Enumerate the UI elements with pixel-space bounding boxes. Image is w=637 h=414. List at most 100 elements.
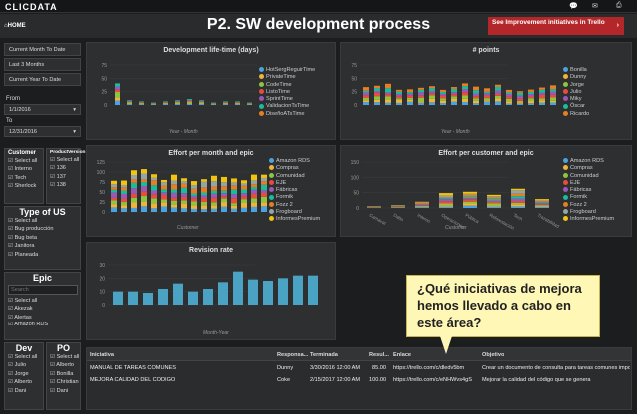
col-header[interactable]: Resul... — [369, 352, 389, 358]
bar-segment — [201, 205, 207, 210]
filter-option[interactable]: Janitora — [5, 242, 80, 250]
legend-item[interactable]: Frogboard — [563, 209, 614, 216]
legend-item[interactable]: Fozz 2 — [269, 202, 320, 209]
filter-option[interactable]: Bug beta — [5, 234, 80, 242]
filter-option[interactable]: Julio — [5, 361, 43, 369]
bar-segment — [191, 205, 197, 209]
legend-label: Jorge — [570, 81, 584, 88]
filter-option[interactable]: Select all — [47, 353, 80, 361]
col-header[interactable]: Terminada — [310, 352, 338, 358]
legend-item[interactable]: Óscar — [563, 103, 589, 110]
bar-segment — [385, 99, 391, 103]
filter-option[interactable]: Amazon RDS — [5, 322, 80, 327]
bar-segment — [251, 206, 257, 212]
filter-option[interactable]: Select all — [5, 353, 43, 361]
legend-item[interactable]: Bonilla — [563, 67, 589, 74]
legend-item[interactable]: SprintTime — [259, 96, 315, 103]
filter-option[interactable]: 138 — [47, 181, 80, 189]
legend-item[interactable]: Dunny — [563, 74, 589, 81]
col-header[interactable]: Objetivo — [482, 352, 504, 358]
col-header[interactable]: Responsa... — [277, 352, 308, 358]
legend-item[interactable]: DiseñoATsTime — [259, 111, 315, 118]
legend-item[interactable]: EJE — [563, 180, 614, 187]
legend-item[interactable]: Compras — [269, 165, 320, 172]
col-header[interactable]: Iniciativa — [90, 352, 114, 358]
epic-search-input[interactable] — [8, 285, 78, 295]
bar-segment — [462, 86, 468, 90]
filter-option[interactable]: Dani — [47, 387, 80, 395]
current-year-button[interactable]: Current Year To Date — [4, 73, 81, 86]
current-month-button[interactable]: Current Month To Date — [4, 43, 81, 56]
legend-item[interactable]: CodeTime — [259, 82, 315, 89]
bar-segment — [487, 198, 501, 201]
filter-option[interactable]: Select all — [5, 157, 43, 165]
improvement-initiatives-button[interactable]: See Improvement initiatives in Trello › — [488, 17, 624, 35]
legend-item[interactable]: PrivateTime — [259, 74, 315, 81]
legend-item[interactable]: Comunidad — [269, 173, 320, 180]
legend-item[interactable]: Julio — [563, 89, 589, 96]
filter-option[interactable]: Bonilla — [47, 370, 80, 378]
legend-item[interactable]: Compras — [563, 165, 614, 172]
filter-option[interactable]: Christian — [47, 378, 80, 386]
filter-option[interactable]: Select all — [5, 217, 80, 225]
legend-item[interactable]: Frogboard — [269, 209, 320, 216]
filter-option[interactable]: Tech — [5, 174, 43, 182]
filter-option[interactable]: Planeada — [5, 251, 80, 259]
legend-item[interactable]: ListoTime — [259, 89, 315, 96]
filter-option[interactable]: Akezak — [5, 305, 80, 313]
bar-segment — [211, 190, 217, 194]
legend-item[interactable]: Comunidad — [563, 173, 614, 180]
legend-item[interactable]: InformesPremium — [269, 216, 320, 223]
col-header[interactable]: Enlace — [393, 352, 411, 358]
filter-option[interactable]: Alertas — [5, 314, 80, 322]
legend-item[interactable]: ValidacionTsTime — [259, 103, 315, 110]
mail-icon[interactable]: ✉ — [592, 2, 598, 10]
filter-option[interactable]: Select all — [5, 297, 80, 305]
bar-segment — [151, 177, 157, 181]
y-tick-label: 100 — [351, 175, 360, 181]
legend-item[interactable]: EJE — [269, 180, 320, 187]
print-icon[interactable]: ⎙ — [616, 2, 622, 10]
bar-segment — [131, 193, 137, 198]
bar-segment — [139, 101, 144, 102]
legend-item[interactable]: Fábricas — [269, 187, 320, 194]
bar-segment — [131, 179, 137, 183]
legend-item[interactable]: Amazon RDS — [563, 158, 614, 165]
bar-segment — [199, 100, 204, 102]
legend-item[interactable]: Fozz 2 — [563, 202, 614, 209]
legend-item[interactable]: HotSergReguirTime — [259, 67, 315, 74]
filter-option[interactable]: 137 — [47, 173, 80, 181]
filter-option[interactable]: Jorge — [5, 370, 43, 378]
legend-item[interactable]: Amazon RDS — [269, 158, 320, 165]
filter-option[interactable]: Alberto — [47, 361, 80, 369]
legend-label: SprintTime — [266, 96, 293, 103]
bar-segment — [127, 102, 132, 104]
filter-option[interactable]: Dani — [5, 387, 43, 395]
bar-segment — [415, 207, 429, 208]
bar-segment — [191, 188, 197, 194]
filter-option[interactable]: Alberto — [5, 378, 43, 386]
filter-option[interactable]: 136 — [47, 164, 80, 172]
from-date-select[interactable]: 1/1/2016 ▾ — [4, 104, 81, 115]
filter-option[interactable]: Select all — [47, 156, 80, 164]
legend-item[interactable]: Jorge — [563, 82, 589, 89]
filter-option[interactable]: Sherlock — [5, 182, 43, 190]
legend-label: EJE — [276, 179, 287, 186]
filter-option[interactable]: Interno — [5, 165, 43, 173]
bar-segment — [495, 93, 501, 96]
legend-item[interactable]: Fábricas — [563, 187, 614, 194]
filter-option[interactable]: Bug producción — [5, 225, 80, 233]
table-link[interactable]: https://trello.com/c/eNHWvs4gS — [393, 377, 479, 383]
bar-segment — [511, 190, 525, 194]
legend-item[interactable]: Formik — [269, 194, 320, 201]
legend-item[interactable]: InformesPremium — [563, 216, 614, 223]
legend-item[interactable]: Formik — [563, 194, 614, 201]
last-3-months-button[interactable]: Last 3 Months — [4, 58, 81, 71]
bar-segment — [484, 95, 490, 99]
chat-icon[interactable]: 💬 — [569, 2, 578, 10]
to-date-select[interactable]: 12/31/2016 ▾ — [4, 126, 81, 137]
bar-segment — [511, 204, 525, 207]
table-link[interactable]: https://trello.com/c/dledv5bm — [393, 365, 479, 371]
bar-segment — [187, 99, 192, 100]
legend-item[interactable]: Ricardo — [563, 111, 589, 118]
